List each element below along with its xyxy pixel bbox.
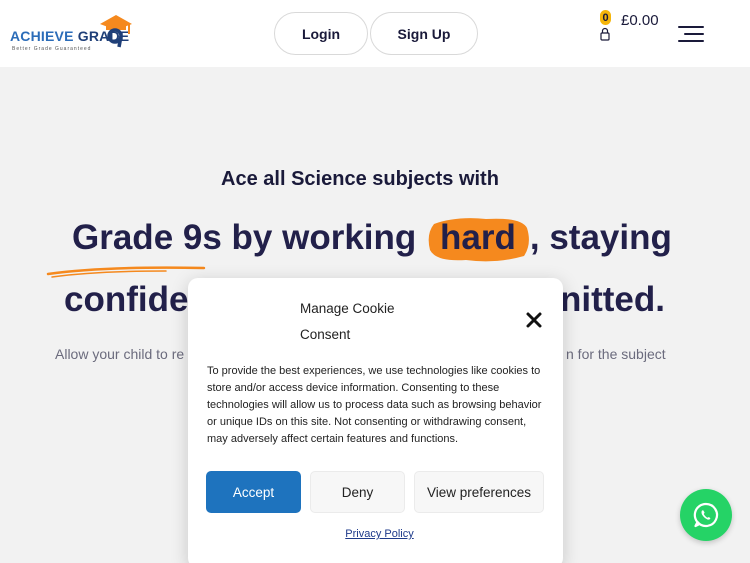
logo-tagline: Better Grade Guaranteed bbox=[12, 46, 92, 52]
cart-total: £0.00 bbox=[621, 12, 659, 29]
brush-underline bbox=[46, 266, 206, 278]
hero-heading-text-after: , staying bbox=[529, 218, 672, 257]
accept-button[interactable]: Accept bbox=[206, 471, 301, 513]
hero-subtitle: Ace all Science subjects with bbox=[221, 168, 499, 190]
lock-icon bbox=[600, 27, 610, 41]
view-preferences-button[interactable]: View preferences bbox=[414, 471, 544, 513]
hero-heading-text: Grade 9s by working bbox=[72, 218, 417, 257]
hero-paragraph-left: Allow your child to re bbox=[55, 346, 185, 362]
hero-paragraph-right: n for the subject bbox=[566, 346, 666, 362]
privacy-policy-link[interactable]: Privacy Policy bbox=[188, 528, 571, 540]
deny-button[interactable]: Deny bbox=[310, 471, 405, 513]
hero-heading-line2-left: confider bbox=[64, 280, 203, 319]
login-button[interactable]: Login bbox=[274, 12, 368, 55]
hero-heading-line2-right: nitted. bbox=[560, 280, 665, 319]
graduation-cap-icon bbox=[100, 15, 132, 48]
whatsapp-icon bbox=[693, 502, 719, 528]
whatsapp-button[interactable] bbox=[680, 489, 732, 541]
menu-icon[interactable] bbox=[678, 24, 704, 44]
modal-title: Manage Cookie Consent bbox=[300, 301, 395, 342]
site-header: ACHIEVE GRADE Better Grade Guaranteed Lo… bbox=[0, 0, 750, 67]
cookie-consent-modal: Manage Cookie Consent To provide the bes… bbox=[188, 278, 563, 563]
cart-count-badge: 0 bbox=[600, 10, 611, 25]
hero-highlight-text: hard bbox=[440, 218, 516, 257]
close-icon[interactable] bbox=[524, 310, 544, 330]
signup-button[interactable]: Sign Up bbox=[370, 12, 478, 55]
cart[interactable]: 0 £0.00 bbox=[597, 8, 667, 44]
logo-text-achieve: ACHIEVE bbox=[10, 28, 74, 44]
hero-highlight: hard bbox=[426, 218, 530, 262]
modal-body-text: To provide the best experiences, we use … bbox=[207, 365, 542, 445]
logo[interactable]: ACHIEVE GRADE Better Grade Guaranteed bbox=[10, 12, 135, 56]
hero-heading-line1: Grade 9s by working hard , staying bbox=[72, 218, 672, 262]
